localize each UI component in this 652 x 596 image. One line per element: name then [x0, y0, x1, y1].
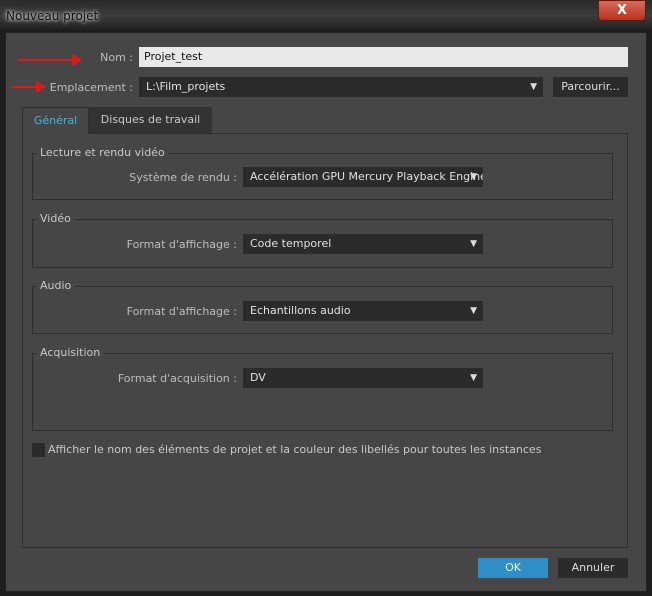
window-title: Nouveau projet [6, 9, 99, 23]
rendu-select[interactable]: Accélération GPU Mercury Playback Engine… [243, 167, 483, 187]
chevron-down-icon: ▼ [530, 82, 537, 92]
audio-format-select[interactable]: Echantillons audio ▼ [243, 301, 483, 321]
nom-input[interactable]: Projet_test [139, 47, 628, 67]
chevron-down-icon: ▼ [470, 373, 477, 383]
browse-button[interactable]: Parcourir... [553, 77, 628, 97]
emplacement-label: Emplacement : [49, 81, 133, 94]
acquisition-format-label: Format d'acquisition : [117, 372, 237, 385]
video-format-label: Format d'affichage : [126, 238, 237, 251]
rendu-label: Système de rendu : [129, 171, 237, 184]
group-acquisition [32, 353, 613, 431]
chevron-down-icon: ▼ [470, 239, 477, 249]
video-format-select[interactable]: Code temporel ▼ [243, 234, 483, 254]
video-format-value: Code temporel [250, 237, 332, 250]
audio-format-value: Echantillons audio [250, 304, 351, 317]
ok-button[interactable]: OK [478, 558, 548, 578]
audio-format-label: Format d'affichage : [126, 305, 237, 318]
acquisition-format-select[interactable]: DV ▼ [243, 368, 483, 388]
nom-label: Nom : [100, 51, 133, 64]
show-names-checkbox[interactable] [32, 443, 45, 457]
close-button[interactable]: X [598, 0, 646, 21]
emplacement-value: L:\Film_projets [146, 80, 226, 93]
group-title: Lecture et rendu vidéo [36, 146, 169, 159]
tab-general[interactable]: Général [22, 107, 89, 134]
emplacement-select[interactable]: L:\Film_projets ▼ [139, 77, 543, 97]
group-title: Acquisition [36, 346, 105, 359]
chevron-down-icon: ▼ [470, 172, 477, 182]
chevron-down-icon: ▼ [470, 306, 477, 316]
show-names-label: Afficher le nom des éléments de projet e… [48, 443, 542, 456]
rendu-value: Accélération GPU Mercury Playback Engine [250, 170, 483, 183]
group-title: Audio [36, 279, 76, 292]
tab-disques-de-travail[interactable]: Disques de travail [89, 107, 212, 133]
acquisition-format-value: DV [250, 371, 266, 384]
cancel-button[interactable]: Annuler [558, 558, 628, 578]
group-title: Vidéo [36, 212, 75, 225]
